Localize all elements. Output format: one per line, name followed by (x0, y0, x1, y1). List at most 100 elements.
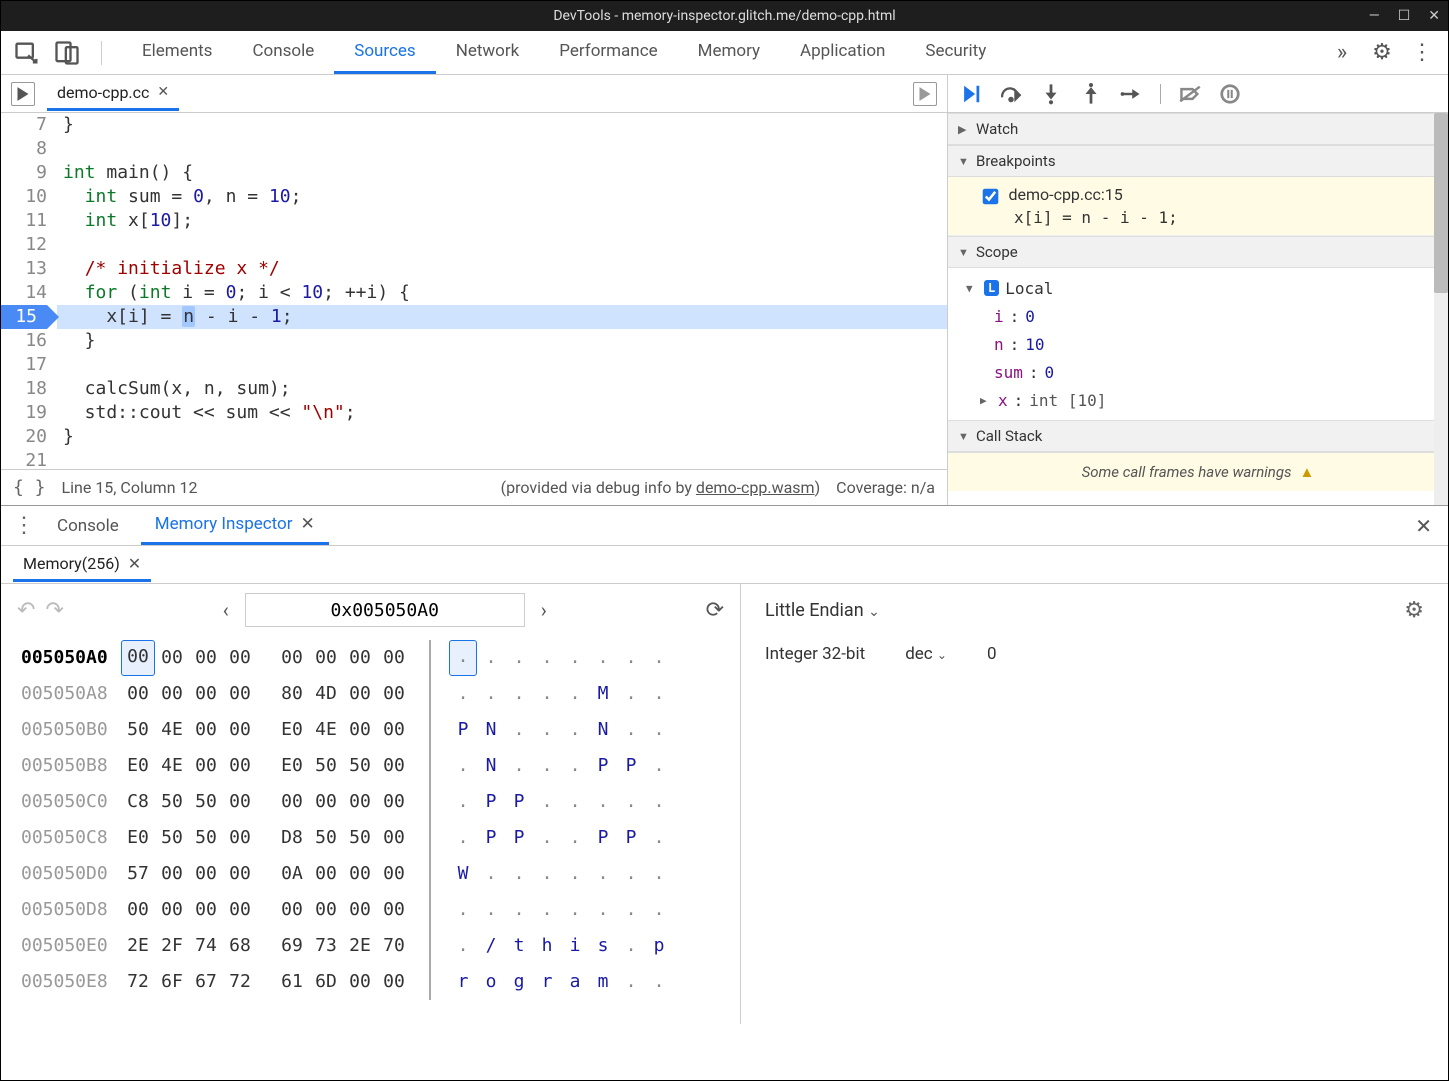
ascii-char[interactable]: . (505, 856, 533, 892)
ascii-char[interactable]: . (589, 640, 617, 676)
main-tab-network[interactable]: Network (436, 31, 540, 74)
hex-byte[interactable]: 4E (309, 712, 343, 748)
code-line[interactable] (57, 449, 947, 469)
hex-byte[interactable]: 00 (377, 748, 411, 784)
hex-byte[interactable]: 72 (223, 964, 257, 1000)
ascii-char[interactable]: . (477, 676, 505, 712)
ascii-char[interactable]: . (449, 676, 477, 712)
ascii-char[interactable]: p (645, 928, 673, 964)
ascii-char[interactable]: P (617, 748, 645, 784)
ascii-char[interactable]: . (561, 856, 589, 892)
hex-byte[interactable]: 50 (155, 784, 189, 820)
hex-byte[interactable]: 50 (343, 748, 377, 784)
ascii-char[interactable]: P (505, 784, 533, 820)
hex-byte[interactable]: 00 (377, 820, 411, 856)
ascii-char[interactable]: / (477, 928, 505, 964)
code-line[interactable]: /* initialize x */ (57, 257, 947, 281)
hex-byte[interactable]: 00 (155, 676, 189, 712)
hex-byte[interactable]: 00 (155, 892, 189, 928)
gutter-line[interactable]: 9 (1, 161, 47, 185)
ascii-char[interactable]: . (561, 676, 589, 712)
value-settings-gear-icon[interactable]: ⚙ (1404, 598, 1424, 623)
hex-byte[interactable]: 2E (343, 928, 377, 964)
step-out-icon[interactable] (1080, 83, 1102, 105)
hex-byte[interactable]: 50 (309, 820, 343, 856)
ascii-char[interactable]: . (617, 892, 645, 928)
gutter-line[interactable]: 12 (1, 233, 47, 257)
main-tab-application[interactable]: Application (780, 31, 905, 74)
hex-byte[interactable]: 00 (189, 640, 223, 676)
ascii-char[interactable]: . (561, 892, 589, 928)
hex-byte[interactable]: 00 (309, 892, 343, 928)
ascii-char[interactable]: . (589, 784, 617, 820)
ascii-char[interactable]: . (561, 820, 589, 856)
close-file-tab-icon[interactable]: ✕ (157, 84, 169, 100)
drawer-kebab-icon[interactable]: ⋮ (13, 513, 35, 538)
scope-section-header[interactable]: ▼Scope (948, 236, 1448, 268)
hex-byte[interactable]: 50 (189, 820, 223, 856)
hex-byte[interactable]: 00 (223, 892, 257, 928)
gutter-line[interactable]: 17 (1, 353, 47, 377)
ascii-char[interactable]: . (561, 640, 589, 676)
hex-byte[interactable]: 00 (155, 640, 189, 676)
hex-byte[interactable]: 73 (309, 928, 343, 964)
code-line[interactable]: for (int i = 0; i < 10; ++i) { (57, 281, 947, 305)
hex-byte[interactable]: 00 (189, 748, 223, 784)
hex-byte[interactable]: 00 (223, 784, 257, 820)
ascii-char[interactable]: . (505, 640, 533, 676)
ascii-char[interactable]: i (561, 928, 589, 964)
hex-byte[interactable]: 00 (377, 712, 411, 748)
ascii-char[interactable]: . (589, 892, 617, 928)
scope-local-header[interactable]: ▼LLocal (966, 274, 1438, 302)
hex-byte[interactable]: 00 (377, 892, 411, 928)
code-line[interactable] (57, 353, 947, 377)
memory-tab-256[interactable]: Memory(256)✕ (13, 548, 151, 582)
gutter-line[interactable]: 10 (1, 185, 47, 209)
hex-byte[interactable]: 50 (121, 712, 155, 748)
ascii-char[interactable]: . (561, 712, 589, 748)
code-editor[interactable]: 789101112131415161718192021 } int main()… (1, 113, 947, 469)
code-line[interactable]: int main() { (57, 161, 947, 185)
hex-byte[interactable]: 00 (343, 712, 377, 748)
inspect-icon[interactable] (13, 39, 41, 67)
hex-byte[interactable]: 6D (309, 964, 343, 1000)
hex-byte[interactable]: E0 (121, 748, 155, 784)
hex-byte[interactable]: 74 (189, 928, 223, 964)
undo-icon[interactable]: ↶ (17, 598, 35, 623)
hex-byte[interactable]: 00 (223, 820, 257, 856)
hex-byte[interactable]: 00 (223, 856, 257, 892)
navigator-toggle-icon[interactable] (11, 82, 35, 106)
step-over-icon[interactable] (1000, 83, 1022, 105)
hex-byte[interactable]: 57 (121, 856, 155, 892)
ascii-char[interactable]: . (533, 640, 561, 676)
gutter-line[interactable]: 18 (1, 377, 47, 401)
ascii-char[interactable]: . (505, 892, 533, 928)
ascii-char[interactable]: P (449, 712, 477, 748)
gutter-line[interactable]: 11 (1, 209, 47, 233)
ascii-char[interactable]: . (561, 784, 589, 820)
callstack-section-header[interactable]: ▼Call Stack (948, 420, 1448, 452)
hex-byte[interactable]: 50 (155, 820, 189, 856)
ascii-char[interactable]: . (617, 712, 645, 748)
hex-byte[interactable]: 2F (155, 928, 189, 964)
ascii-char[interactable]: . (477, 892, 505, 928)
hex-byte[interactable]: 00 (343, 856, 377, 892)
close-window-icon[interactable]: ✕ (1428, 8, 1440, 24)
ascii-char[interactable]: P (589, 748, 617, 784)
ascii-char[interactable]: . (533, 748, 561, 784)
device-toggle-icon[interactable] (53, 39, 81, 67)
ascii-char[interactable]: . (617, 964, 645, 1000)
main-tab-performance[interactable]: Performance (539, 31, 677, 74)
ascii-char[interactable]: W (449, 856, 477, 892)
pretty-print-icon[interactable]: { } (13, 477, 46, 498)
hex-byte[interactable]: 00 (309, 784, 343, 820)
hex-byte[interactable]: 00 (189, 856, 223, 892)
ascii-char[interactable]: . (477, 856, 505, 892)
ascii-char[interactable]: . (449, 640, 477, 676)
redo-icon[interactable]: ↷ (45, 598, 63, 623)
hex-byte[interactable]: 50 (189, 784, 223, 820)
ascii-char[interactable]: . (533, 676, 561, 712)
code-line[interactable]: } (57, 329, 947, 353)
ascii-char[interactable]: . (533, 784, 561, 820)
ascii-char[interactable]: . (617, 928, 645, 964)
